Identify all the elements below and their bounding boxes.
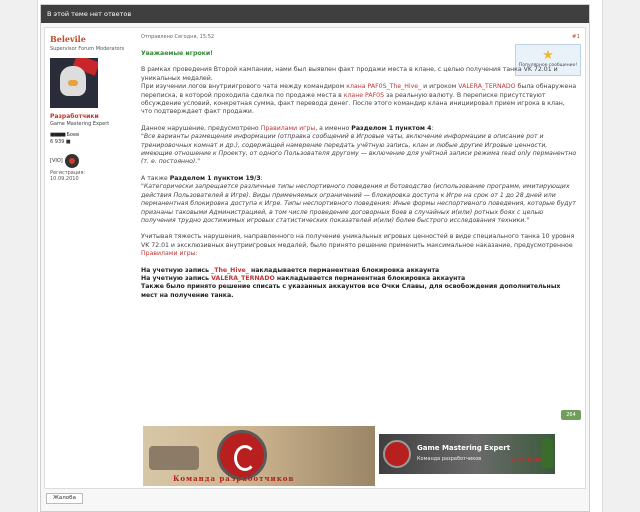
author-stats: ■■■■ Боев 6 939 ■: [50, 132, 135, 146]
paragraph-2: При изучении логов внутриигрового чата м…: [141, 83, 577, 116]
thread-container: В этой теме нет ответов Belevile Supervi…: [40, 4, 590, 512]
author-panel: Belevile Supervisor Forum Moderators Раз…: [45, 28, 139, 488]
rule-quote-2: "Категорически запрещается различные тип…: [141, 183, 576, 224]
clan-row: [VIO]: [50, 154, 135, 168]
paragraph-5: Учитывая тяжесть нарушения, направленног…: [141, 233, 575, 258]
registration-date: 10.09.2010: [50, 176, 79, 182]
author-group: Разработчики: [50, 113, 99, 120]
paragraph-1: В рамках проведения Второй кампании, нам…: [141, 66, 558, 82]
greeting: Уважаемые игроки!: [141, 50, 213, 57]
post-content: Отправлено Сегодня, 15:52 #1 ★ Популярно…: [141, 28, 585, 488]
gme-banner: Game Mastering Expert Команда разработчи…: [379, 434, 555, 474]
wot-logo-icon: [217, 430, 267, 480]
penguin-beak-icon: [68, 80, 78, 86]
complain-button[interactable]: Жалоба: [46, 493, 83, 504]
gme-banner-tag: WORLD OF: [510, 458, 541, 464]
left-margin: [0, 0, 38, 512]
rules-link-1[interactable]: Правилами игры: [261, 125, 316, 132]
clan-badge-icon[interactable]: [64, 154, 79, 168]
battles-label: Боев: [66, 132, 80, 138]
rating-stars-icon: ■■■■: [50, 132, 66, 138]
sanction-1: На учетную запись _The_Hive_ накладывает…: [141, 266, 440, 274]
dev-team-banner-text: Команда разработчиков: [173, 474, 295, 483]
tank-icon: [149, 446, 199, 470]
forum-post: Belevile Supervisor Forum Moderators Раз…: [44, 27, 586, 489]
author-group-sub: Game Mastering Expert: [50, 121, 110, 127]
battles-extra-icon: ■: [65, 139, 71, 145]
post-body: Уважаемые игроки! В рамках проведения Вт…: [141, 50, 577, 300]
post-number-link[interactable]: #1: [572, 34, 580, 40]
reputation-counter[interactable]: 264: [561, 410, 581, 420]
post-meta: Отправлено Сегодня, 15:52: [141, 34, 215, 40]
dev-team-banner: Команда разработчиков: [143, 426, 375, 486]
gme-banner-title: Game Mastering Expert: [417, 444, 511, 452]
post-actions: Жалоба: [46, 493, 83, 504]
wot-logo-icon-small: [383, 440, 411, 468]
author-avatar[interactable]: [50, 58, 98, 108]
right-margin: [602, 0, 640, 512]
author-role: Supervisor Forum Moderators: [50, 46, 125, 52]
clan-link-1[interactable]: клана PAF0S_The_Hive_: [346, 83, 421, 90]
battles-value: 6 939: [50, 139, 65, 145]
registration-info: Регистрация: 10.09.2010: [50, 170, 135, 182]
clan-tag[interactable]: [VIO]: [50, 158, 63, 164]
no-replies-text: В этой теме нет ответов: [47, 10, 132, 18]
gme-banner-sub: Команда разработчиков: [417, 456, 482, 462]
player-link-3[interactable]: VALERA_TERNADO: [211, 275, 275, 282]
clan-link-2[interactable]: клане PAF0S: [344, 92, 384, 99]
thread-topbar: В этой теме нет ответов: [41, 5, 589, 23]
sanction-3: Также было принято решение списать с ука…: [141, 283, 561, 299]
player-link-2[interactable]: _The_Hive_: [211, 267, 249, 274]
rules-link-2[interactable]: Правилами игры: [141, 250, 196, 257]
rule-quote-1: "Все варианты размещения информации (отп…: [141, 133, 577, 166]
author-name-link[interactable]: Belevile: [50, 34, 135, 44]
paragraph-3: Данное нарушение, предусмотрено Правилам…: [141, 124, 434, 132]
christmas-tree-icon: [541, 438, 553, 468]
player-link-1[interactable]: VALERA_TERNADO: [458, 83, 515, 90]
page-root: В этой теме нет ответов Belevile Supervi…: [0, 0, 640, 512]
